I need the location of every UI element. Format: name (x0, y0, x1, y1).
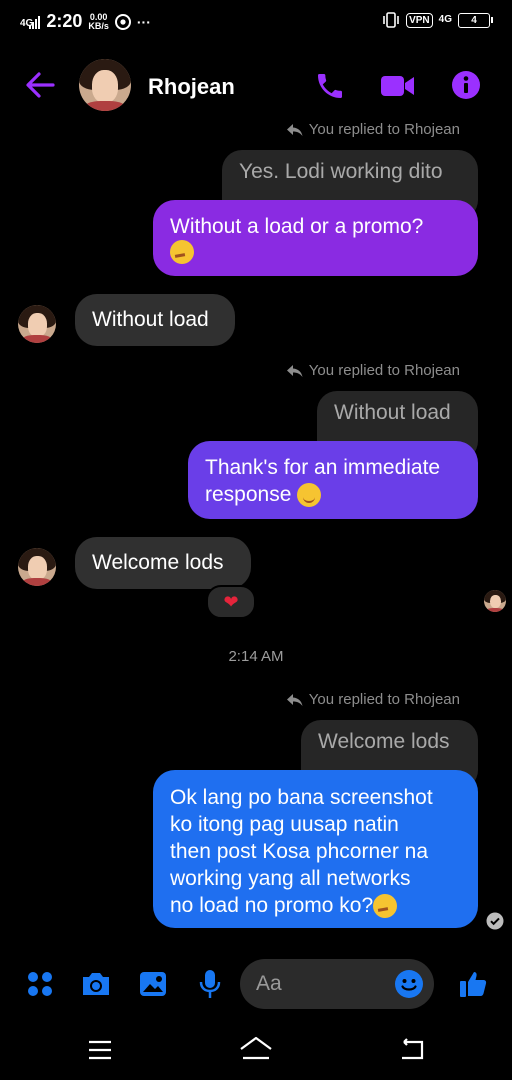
emoji-icon[interactable] (394, 969, 424, 999)
menu-icon[interactable] (88, 1040, 112, 1060)
system-nav-bar (0, 1020, 512, 1080)
network-type-right: 4G (438, 14, 452, 25)
signal-bars-icon (29, 15, 41, 29)
heart-reaction[interactable]: ❤ (206, 585, 256, 619)
back-nav-icon[interactable] (398, 1038, 426, 1060)
smile-emoji-icon (297, 483, 322, 508)
message-text: Without load (92, 308, 209, 331)
data-speed: 0.00 KB/s (88, 12, 109, 31)
status-bar: 4G 2:20 0.00 KB/s ··· VPN 4G 4 (0, 0, 512, 44)
status-time: 2:20 (46, 11, 83, 31)
heart-icon: ❤ (223, 591, 239, 612)
video-camera-icon[interactable] (380, 72, 416, 100)
contact-avatar[interactable] (79, 59, 131, 111)
reply-note: You replied to Rhojean (286, 362, 460, 379)
sender-avatar[interactable] (18, 305, 56, 343)
message-text: Welcome lods (92, 551, 224, 574)
chrome-icon (114, 13, 131, 30)
info-icon[interactable] (451, 70, 481, 100)
battery-icon: 4 (458, 12, 493, 28)
reply-arrow-icon (286, 364, 303, 377)
reply-note-text: You replied to Rhojean (308, 121, 460, 138)
reply-note: You replied to Rhojean (286, 121, 460, 138)
chat-header: Rhojean (0, 56, 512, 116)
message-text: then post Kosa phcorner na (170, 840, 429, 863)
signal-left: 4G (20, 15, 41, 29)
seen-avatar (484, 590, 506, 612)
delivered-check-icon (486, 912, 504, 930)
incoming-message[interactable]: Without load (75, 294, 235, 346)
message-text: working yang all networks (170, 867, 411, 890)
incoming-message[interactable]: Welcome lods (75, 537, 251, 589)
message-text: Without a load or a promo? (170, 215, 424, 238)
reply-arrow-icon (286, 123, 303, 136)
home-icon[interactable] (239, 1036, 273, 1062)
message-input[interactable]: Aa (240, 959, 434, 1009)
outgoing-message[interactable]: Thank's for an immediate response (188, 441, 478, 519)
like-icon[interactable] (458, 968, 490, 1000)
outgoing-message[interactable]: Ok lang po bana screenshot ko itong pag … (153, 770, 478, 928)
message-text: no load no promo ko? (170, 894, 374, 917)
reply-note: You replied to Rhojean (286, 691, 460, 708)
phone-icon[interactable] (314, 70, 346, 102)
reply-arrow-icon (286, 693, 303, 706)
reply-note-text: You replied to Rhojean (308, 691, 460, 708)
outgoing-message[interactable]: Without a load or a promo? (153, 200, 478, 276)
quoted-text: Yes. Lodi working dito (239, 160, 443, 183)
contact-name[interactable]: Rhojean (148, 74, 235, 100)
message-text: Ok lang po bana screenshot (170, 786, 433, 809)
input-placeholder: Aa (256, 972, 282, 995)
battery-level: 4 (471, 14, 477, 26)
more-notifications: ··· (136, 13, 151, 30)
vpn-badge: VPN (406, 12, 433, 28)
thinking-emoji-icon (170, 240, 194, 265)
gallery-icon[interactable] (137, 968, 169, 1000)
message-text: Thank's for an immediate (205, 456, 441, 479)
quoted-text: Without load (334, 401, 451, 424)
message-text: response (205, 483, 292, 506)
vibrate-icon (383, 12, 399, 28)
message-composer: Aa (0, 956, 512, 1012)
sender-avatar[interactable] (18, 548, 56, 586)
quoted-text: Welcome lods (318, 730, 450, 753)
reply-note-text: You replied to Rhojean (308, 362, 460, 379)
thinking-emoji-icon (373, 894, 398, 919)
camera-icon[interactable] (80, 968, 112, 1000)
speed-unit: KB/s (88, 20, 109, 31)
time-separator: 2:14 AM (228, 648, 284, 665)
microphone-icon[interactable] (194, 968, 226, 1000)
message-text: ko itong pag uusap natin (170, 813, 399, 836)
arrow-left-icon[interactable] (24, 70, 56, 100)
apps-icon[interactable] (24, 968, 56, 1000)
